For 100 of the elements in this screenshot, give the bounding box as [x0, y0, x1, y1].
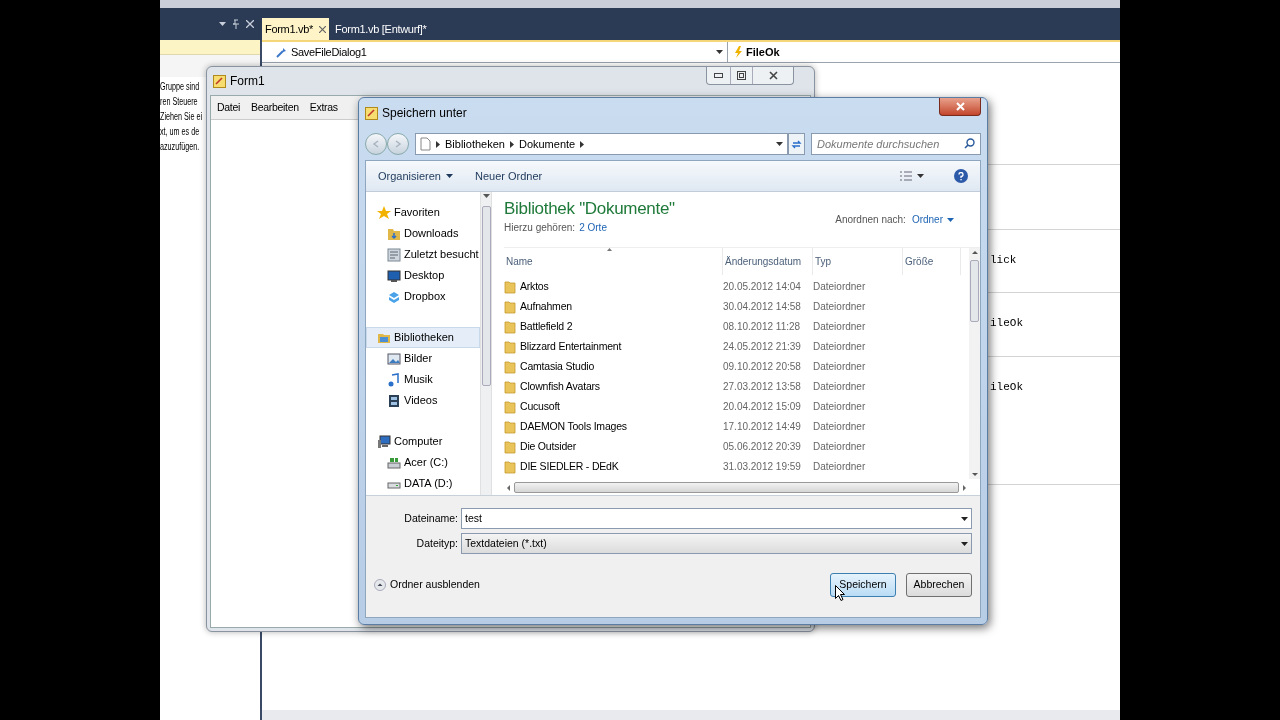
nav-item[interactable]: Musik [366, 369, 480, 390]
column-header[interactable]: Änderungsdatum [723, 248, 813, 275]
nav-item[interactable]: Favoriten [366, 202, 480, 223]
code-text: ileOk [990, 381, 1023, 393]
star-icon [377, 205, 391, 220]
date-cell-text: 05.06.2012 20:39 [723, 440, 802, 455]
file-name-cell[interactable]: Cucusoft [504, 398, 723, 415]
file-name-cell[interactable]: Camtasia Studio [504, 358, 723, 375]
menu-item[interactable]: Bearbeiten [251, 99, 299, 116]
editor-tab[interactable]: Form1.vb* [262, 18, 330, 40]
object-dropdown[interactable]: SaveFileDialog1 [262, 42, 728, 62]
file-name-cell[interactable]: Blizzard Entertainment [504, 338, 723, 355]
arrow-down-icon [971, 473, 978, 476]
lightning-icon [734, 46, 742, 58]
filetype-dropdown[interactable]: Textdateien (*.txt) [461, 533, 972, 554]
view-options-button[interactable] [900, 171, 924, 181]
editor-tab[interactable]: Form1.vb [Entwurf]* [332, 18, 430, 40]
document-icon [420, 137, 431, 151]
film-icon [387, 393, 401, 408]
column-header[interactable]: Name [504, 248, 723, 275]
file-name-cell[interactable]: Clownfish Avatars [504, 378, 723, 395]
folder-icon [504, 399, 516, 414]
nav-item[interactable]: Acer (C:) [366, 452, 480, 473]
code-text: lick [990, 254, 1017, 266]
window-title: Speichern unter [382, 105, 468, 122]
file-name-cell[interactable]: DIE SIEDLER - DEdK [504, 458, 723, 475]
type-cell-text: Dateiordner [813, 300, 867, 315]
nav-item[interactable]: Computer [366, 431, 480, 452]
toolbox-hint-text: xt, um es de [160, 125, 200, 138]
toolbox-hint-text: ren Steuere [160, 95, 198, 108]
caret-icon [775, 142, 783, 146]
computer-icon [377, 434, 391, 449]
toolbar-button[interactable]: Organisieren [378, 167, 453, 185]
locations-link[interactable]: 2 Orte [579, 220, 607, 235]
filename-field[interactable]: test [461, 508, 972, 529]
chevron-up-icon [374, 579, 386, 591]
date-cell-text: 08.10.2012 11:28 [723, 320, 802, 335]
caret-icon [961, 541, 968, 546]
nav-item[interactable]: Desktop [366, 265, 480, 286]
music-note-icon [387, 372, 401, 387]
nav-item[interactable]: Dropbox [366, 286, 480, 307]
scrollbar[interactable] [480, 192, 492, 495]
code-text: ileOk [990, 317, 1023, 329]
file-name-cell[interactable]: Die Outsider [504, 438, 723, 455]
type-cell-text: Dateiordner [813, 340, 867, 355]
caret-icon [482, 194, 490, 198]
maximize-icon [737, 71, 746, 80]
type-cell-text: Dateiordner [813, 320, 867, 335]
column-header[interactable]: Größe [903, 248, 961, 275]
scroll-thumb[interactable] [481, 206, 491, 386]
breadcrumb-item[interactable]: Bibliotheken [445, 135, 505, 153]
column-header[interactable]: Typ [813, 248, 903, 275]
nav-item[interactable]: DATA (D:) [366, 473, 480, 494]
file-name-cell[interactable]: Arktos [504, 278, 723, 295]
date-cell-text: 27.03.2012 13:58 [723, 380, 802, 395]
file-name-cell[interactable]: DAEMON Tools Images [504, 418, 723, 435]
toolbar-button[interactable]: Neuer Ordner [475, 167, 543, 185]
file-name-cell[interactable]: Battlefield 2 [504, 318, 723, 335]
folder-icon [504, 339, 516, 354]
caret-icon [716, 50, 723, 54]
form-icon [365, 106, 378, 120]
window-title: Form1 [230, 73, 266, 90]
toolbox-hint-text: azuzufügen. [160, 140, 200, 153]
address-bar[interactable]: Bibliotheken Dokumente [415, 133, 788, 155]
hide-folders-button[interactable]: Ordner ausblenden [374, 577, 480, 593]
nav-item[interactable]: Bilder [366, 348, 480, 369]
arrange-dropdown[interactable]: Ordner [911, 212, 954, 227]
arrow-right-icon [394, 140, 402, 148]
box-icon [387, 289, 401, 304]
arrow-left-icon [372, 140, 380, 148]
field-label: Dateityp: [415, 535, 458, 551]
search-field[interactable]: Dokumente durchsuchen [811, 133, 981, 155]
folder-icon [504, 299, 516, 314]
close-button[interactable] [939, 98, 981, 116]
date-cell-text: 24.05.2012 21:39 [723, 340, 802, 355]
menu-item[interactable]: Datei [217, 99, 240, 116]
nav-item[interactable]: Videos [366, 390, 480, 411]
cancel-button[interactable]: Abbrechen [906, 573, 972, 597]
scroll-thumb[interactable] [970, 260, 979, 322]
scrollbar[interactable] [969, 248, 980, 479]
type-cell-text: Dateiordner [813, 380, 867, 395]
date-cell-text: 31.03.2012 19:59 [723, 460, 802, 475]
file-name-cell[interactable]: Aufnahmen [504, 298, 723, 315]
caret-icon [917, 174, 924, 178]
toolbox-hint-text: Gruppe sind [160, 80, 200, 93]
chevron-right-icon [580, 140, 585, 148]
nav-item[interactable]: Zuletzt besucht [366, 244, 480, 265]
type-cell-text: Dateiordner [813, 360, 867, 375]
date-cell-text: 17.10.2012 14:49 [723, 420, 802, 435]
save-button[interactable]: Speichern [830, 573, 896, 597]
menu-item[interactable]: Extras [309, 99, 338, 116]
nav-item[interactable]: Downloads [366, 223, 480, 244]
nav-item[interactable]: Bibliotheken [366, 327, 480, 348]
arrange-label: Anordnen nach: [835, 213, 906, 227]
event-dropdown[interactable]: FileOk [728, 42, 1120, 62]
type-cell-text: Dateiordner [813, 460, 867, 475]
help-button[interactable] [954, 169, 968, 183]
breadcrumb-item[interactable]: Dokumente [518, 135, 576, 153]
close-icon[interactable] [319, 25, 327, 33]
pin-icon[interactable] [232, 19, 240, 29]
